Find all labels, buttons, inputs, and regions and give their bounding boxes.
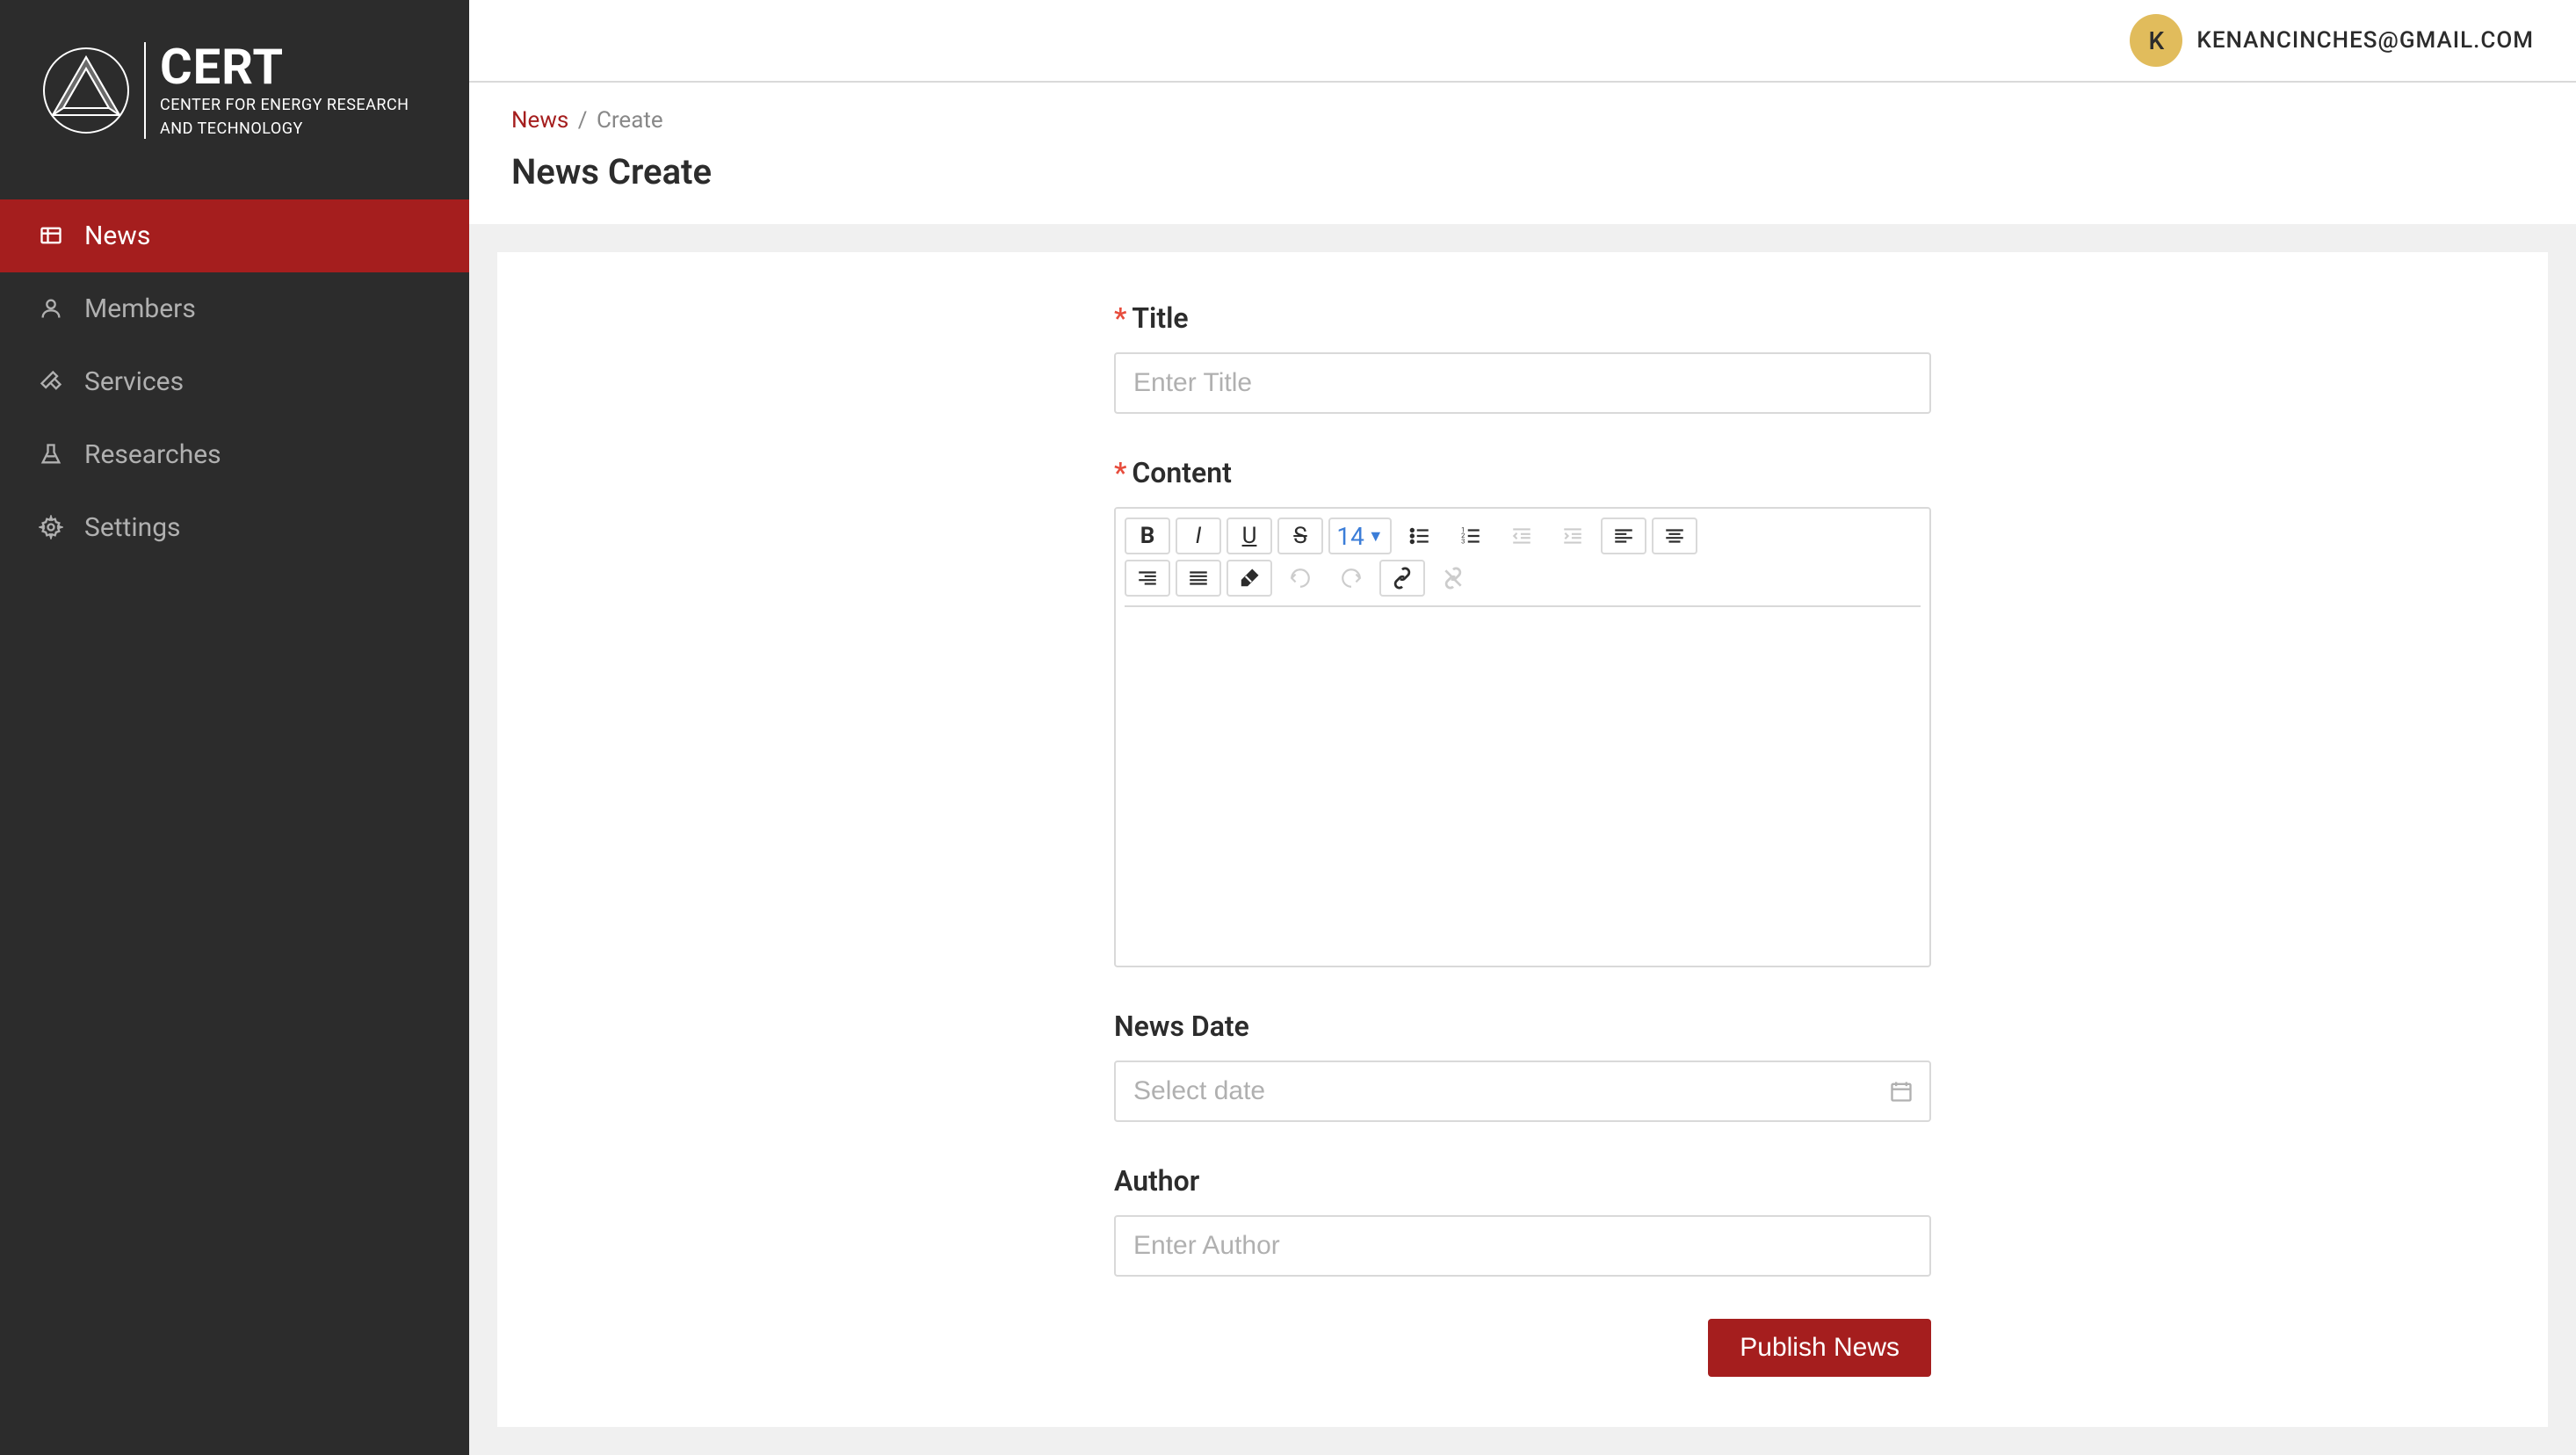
sidebar-item-researches[interactable]: Researches xyxy=(0,418,469,491)
form-group-author: Author xyxy=(1114,1164,1931,1277)
logo-title: CERT xyxy=(160,42,409,91)
author-label: Author xyxy=(1114,1164,1931,1198)
indent-button[interactable] xyxy=(1550,518,1596,554)
ordered-list-button[interactable]: 123 xyxy=(1448,518,1494,554)
nav: News Members Services xyxy=(0,199,469,564)
sidebar-item-news[interactable]: News xyxy=(0,199,469,272)
eraser-button[interactable] xyxy=(1226,560,1272,597)
content-label: *Content xyxy=(1114,456,1931,489)
required-marker: * xyxy=(1114,301,1126,335)
form-card: *Title *Content B I U xyxy=(497,252,2548,1427)
sidebar: CERT CENTER FOR ENERGY RESEARCH AND TECH… xyxy=(0,0,469,1455)
page-title: News Create xyxy=(511,151,2534,192)
sidebar-item-label: Researches xyxy=(84,439,221,470)
sidebar-item-label: Settings xyxy=(84,512,181,543)
sidebar-item-settings[interactable]: Settings xyxy=(0,491,469,564)
breadcrumb: News / Create xyxy=(511,107,2534,134)
sidebar-item-services[interactable]: Services xyxy=(0,345,469,418)
publish-button[interactable]: Publish News xyxy=(1708,1319,1931,1377)
sidebar-item-label: Services xyxy=(84,366,184,397)
author-input[interactable] xyxy=(1114,1215,1931,1277)
topbar: K KENANCINCHES@GMAIL.COM xyxy=(469,0,2576,83)
undo-button[interactable] xyxy=(1277,560,1323,597)
calendar-icon xyxy=(1889,1079,1914,1104)
caret-down-icon: ▼ xyxy=(1368,527,1384,546)
outdent-button[interactable] xyxy=(1499,518,1545,554)
required-marker: * xyxy=(1114,456,1126,489)
logo-icon xyxy=(42,47,130,134)
sidebar-item-label: Members xyxy=(84,293,196,324)
services-icon xyxy=(39,369,63,394)
logo-subtitle-line2: AND TECHNOLOGY xyxy=(160,119,409,139)
link-button[interactable] xyxy=(1379,560,1425,597)
align-left-button[interactable] xyxy=(1601,518,1646,554)
italic-button[interactable]: I xyxy=(1176,518,1221,554)
strikethrough-button[interactable]: S xyxy=(1277,518,1323,554)
unordered-list-button[interactable] xyxy=(1397,518,1443,554)
align-right-button[interactable] xyxy=(1125,560,1170,597)
editor-content-area[interactable] xyxy=(1125,605,1921,957)
unlink-button[interactable] xyxy=(1430,560,1476,597)
content-area: *Title *Content B I U xyxy=(469,224,2576,1455)
news-date-input[interactable] xyxy=(1114,1060,1931,1122)
svg-text:3: 3 xyxy=(1461,538,1465,546)
font-size-select[interactable]: 14▼ xyxy=(1328,518,1392,554)
news-icon xyxy=(39,223,63,248)
main: K KENANCINCHES@GMAIL.COM News / Create N… xyxy=(469,0,2576,1455)
underline-button[interactable]: U xyxy=(1226,518,1272,554)
form-actions: Publish News xyxy=(1114,1319,1931,1377)
form-group-content: *Content B I U S 14▼ xyxy=(1114,456,1931,967)
avatar[interactable]: K xyxy=(2130,14,2182,67)
rich-text-editor: B I U S 14▼ xyxy=(1114,507,1931,967)
news-date-label: News Date xyxy=(1114,1010,1931,1043)
align-justify-button[interactable] xyxy=(1176,560,1221,597)
form-group-title: *Title xyxy=(1114,301,1931,414)
bold-button[interactable]: B xyxy=(1125,518,1170,554)
logo: CERT CENTER FOR ENERGY RESEARCH AND TECH… xyxy=(0,0,469,182)
settings-icon xyxy=(39,515,63,539)
form-group-news-date: News Date xyxy=(1114,1010,1931,1122)
breadcrumb-current: Create xyxy=(597,107,663,134)
redo-button[interactable] xyxy=(1328,560,1374,597)
header-section: News / Create News Create xyxy=(469,83,2576,224)
title-label: *Title xyxy=(1114,301,1931,335)
align-center-button[interactable] xyxy=(1652,518,1697,554)
title-input[interactable] xyxy=(1114,352,1931,414)
researches-icon xyxy=(39,442,63,467)
user-email[interactable]: KENANCINCHES@GMAIL.COM xyxy=(2196,27,2534,54)
sidebar-item-members[interactable]: Members xyxy=(0,272,469,345)
breadcrumb-separator: / xyxy=(578,107,588,134)
sidebar-item-label: News xyxy=(84,221,150,251)
logo-divider xyxy=(144,42,146,139)
logo-subtitle-line1: CENTER FOR ENERGY RESEARCH xyxy=(160,95,409,115)
members-icon xyxy=(39,296,63,321)
breadcrumb-link-news[interactable]: News xyxy=(511,107,568,134)
editor-toolbar: B I U S 14▼ xyxy=(1116,509,1731,605)
